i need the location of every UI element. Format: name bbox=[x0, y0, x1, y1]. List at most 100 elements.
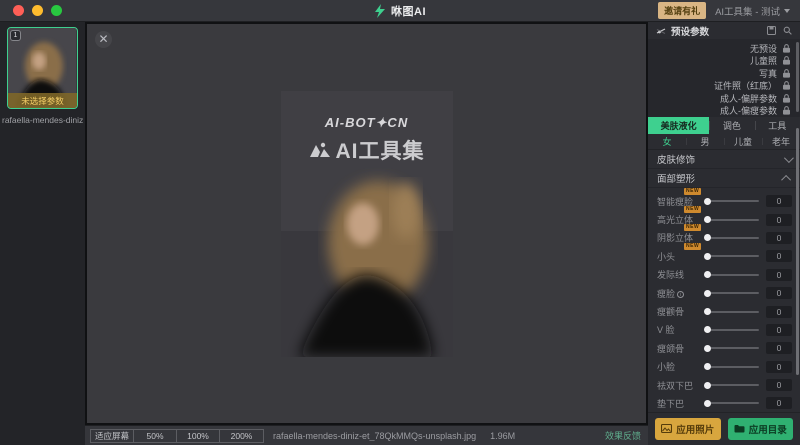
section-face-shaping[interactable]: 面部塑形 bbox=[648, 169, 800, 188]
slider-label-text: 瘦脸 bbox=[657, 289, 675, 299]
panel-tab[interactable]: 工具 bbox=[755, 117, 800, 134]
preset-item[interactable]: 证件照（红底） bbox=[648, 80, 800, 93]
feedback-link[interactable]: 效果反馈 bbox=[605, 429, 641, 442]
gender-tab[interactable]: 男 bbox=[686, 134, 724, 149]
close-photo-button[interactable]: ✕ bbox=[95, 31, 112, 48]
adjustment-slider-row: V 脸i 0 bbox=[648, 321, 800, 339]
preset-scrollbar[interactable] bbox=[796, 42, 799, 112]
gender-tab[interactable]: 老年 bbox=[762, 134, 800, 149]
slider-handle[interactable] bbox=[704, 234, 711, 241]
slider-handle[interactable] bbox=[704, 326, 711, 333]
chevron-down-icon bbox=[784, 153, 794, 163]
slider-track[interactable] bbox=[705, 329, 759, 331]
preset-item[interactable]: 成人-偏瘦参数 bbox=[648, 105, 800, 118]
preset-label: 成人-偏瘦参数 bbox=[720, 104, 777, 117]
slider-value-input[interactable]: 0 bbox=[766, 361, 792, 373]
slider-value-input[interactable]: 0 bbox=[766, 287, 792, 299]
lock-icon bbox=[783, 94, 790, 103]
slider-track[interactable] bbox=[705, 255, 759, 257]
slider-track[interactable] bbox=[705, 311, 759, 313]
slider-handle[interactable] bbox=[704, 363, 711, 370]
apply-to-directory-button[interactable]: 应用目录 bbox=[728, 418, 794, 440]
zoom-level-button[interactable]: 100% bbox=[177, 430, 220, 442]
slider-track[interactable] bbox=[705, 366, 759, 368]
lock-icon bbox=[783, 44, 790, 53]
current-filesize: 1.96M bbox=[490, 431, 515, 441]
slider-value-input[interactable]: 0 bbox=[766, 269, 792, 281]
invite-reward-button[interactable]: 邀请有礼 bbox=[658, 2, 706, 19]
slider-value-input[interactable]: 0 bbox=[766, 195, 792, 207]
slider-handle[interactable] bbox=[704, 290, 711, 297]
search-icon[interactable] bbox=[783, 26, 792, 35]
gender-tab-label: 男 bbox=[700, 135, 709, 148]
slider-label-text: 阴影立体 bbox=[657, 233, 693, 243]
slider-value-input[interactable]: 0 bbox=[766, 214, 792, 226]
slider-track[interactable] bbox=[705, 384, 759, 386]
lock-icon bbox=[783, 69, 790, 78]
slider-label: 小头i NEW bbox=[657, 250, 703, 263]
tune-icon bbox=[656, 26, 666, 36]
slider-handle[interactable] bbox=[704, 400, 711, 407]
section-skin-retouch[interactable]: 皮肤修饰 bbox=[648, 150, 800, 169]
slider-label: 瘦脸i bbox=[657, 287, 703, 300]
slider-handle[interactable] bbox=[704, 198, 711, 205]
slider-value-input[interactable]: 0 bbox=[766, 232, 792, 244]
panel-tab[interactable]: 美肤液化 bbox=[648, 117, 709, 134]
slider-handle[interactable] bbox=[704, 308, 711, 315]
zoom-window-button[interactable] bbox=[51, 5, 62, 16]
app-title: 咻图AI bbox=[374, 0, 426, 21]
chevron-down-icon bbox=[784, 9, 790, 13]
slider-track[interactable] bbox=[705, 274, 759, 276]
slider-handle[interactable] bbox=[704, 253, 711, 260]
slider-label: 发际线i bbox=[657, 268, 703, 281]
gender-tab[interactable]: 女 bbox=[648, 134, 686, 149]
panel-tab[interactable]: 调色 bbox=[709, 117, 754, 134]
gender-tab-label: 儿童 bbox=[734, 135, 752, 148]
save-icon[interactable] bbox=[767, 26, 776, 35]
editor-canvas[interactable]: ✕ AI-BOT✦CN bbox=[85, 22, 648, 425]
preset-item[interactable]: 写真 bbox=[648, 67, 800, 80]
slider-value-input[interactable]: 0 bbox=[766, 306, 792, 318]
slider-value-input[interactable]: 0 bbox=[766, 324, 792, 336]
slider-handle[interactable] bbox=[704, 382, 711, 389]
slider-value-input[interactable]: 0 bbox=[766, 250, 792, 262]
account-menu[interactable]: AI工具集 - 测试 bbox=[715, 4, 790, 18]
lightning-logo-icon bbox=[374, 4, 386, 18]
slider-handle[interactable] bbox=[704, 216, 711, 223]
app-name: 咻图AI bbox=[391, 3, 426, 19]
close-window-button[interactable] bbox=[13, 5, 24, 16]
slider-value-input[interactable]: 0 bbox=[766, 379, 792, 391]
slider-track[interactable] bbox=[705, 292, 759, 294]
lock-icon bbox=[783, 81, 790, 90]
preset-item[interactable]: 儿童照 bbox=[648, 55, 800, 68]
watermark-brand-text: AI工具集 bbox=[336, 135, 425, 165]
zoom-level-button[interactable]: 50% bbox=[134, 430, 177, 442]
slider-handle[interactable] bbox=[704, 345, 711, 352]
slider-handle[interactable] bbox=[704, 271, 711, 278]
slider-label: 瘦颌骨i bbox=[657, 342, 703, 355]
thumbnail-filename: rafaella-mendes-diniz-... bbox=[2, 115, 83, 125]
slider-value-input[interactable]: 0 bbox=[766, 342, 792, 354]
preset-item[interactable]: 无预设 bbox=[648, 42, 800, 55]
slider-track[interactable] bbox=[705, 219, 759, 221]
new-badge: NEW bbox=[684, 243, 701, 250]
minimize-window-button[interactable] bbox=[32, 5, 43, 16]
slider-track[interactable] bbox=[705, 347, 759, 349]
gender-tab-label: 女 bbox=[662, 135, 671, 148]
slider-track[interactable] bbox=[705, 402, 759, 404]
zoom-level-button[interactable]: 适应屏幕 bbox=[91, 430, 134, 442]
photo-thumbnail[interactable]: 1 未选择参数 bbox=[7, 27, 78, 109]
apply-to-photo-button[interactable]: 应用照片 bbox=[655, 418, 721, 440]
slider-track[interactable] bbox=[705, 237, 759, 239]
preset-list: 无预设 儿童照 写真 证件照（红底） 成人-偏胖参数 成人-偏瘦参数 bbox=[648, 39, 800, 117]
gender-tab[interactable]: 儿童 bbox=[724, 134, 762, 149]
slider-value-input[interactable]: 0 bbox=[766, 397, 792, 409]
panel-scrollbar[interactable] bbox=[796, 128, 799, 375]
slider-track[interactable] bbox=[705, 200, 759, 202]
slider-label-text: 发际线 bbox=[657, 270, 684, 280]
preset-item[interactable]: 成人-偏胖参数 bbox=[648, 92, 800, 105]
thumbnail-status-badge: 未选择参数 bbox=[8, 93, 77, 108]
zoom-level-button[interactable]: 200% bbox=[220, 430, 263, 442]
adjustment-slider-row: 阴影立体i NEW 0 bbox=[648, 229, 800, 247]
bottom-toolbar: 适应屏幕50%100%200% rafaella-mendes-diniz-et… bbox=[85, 425, 648, 445]
